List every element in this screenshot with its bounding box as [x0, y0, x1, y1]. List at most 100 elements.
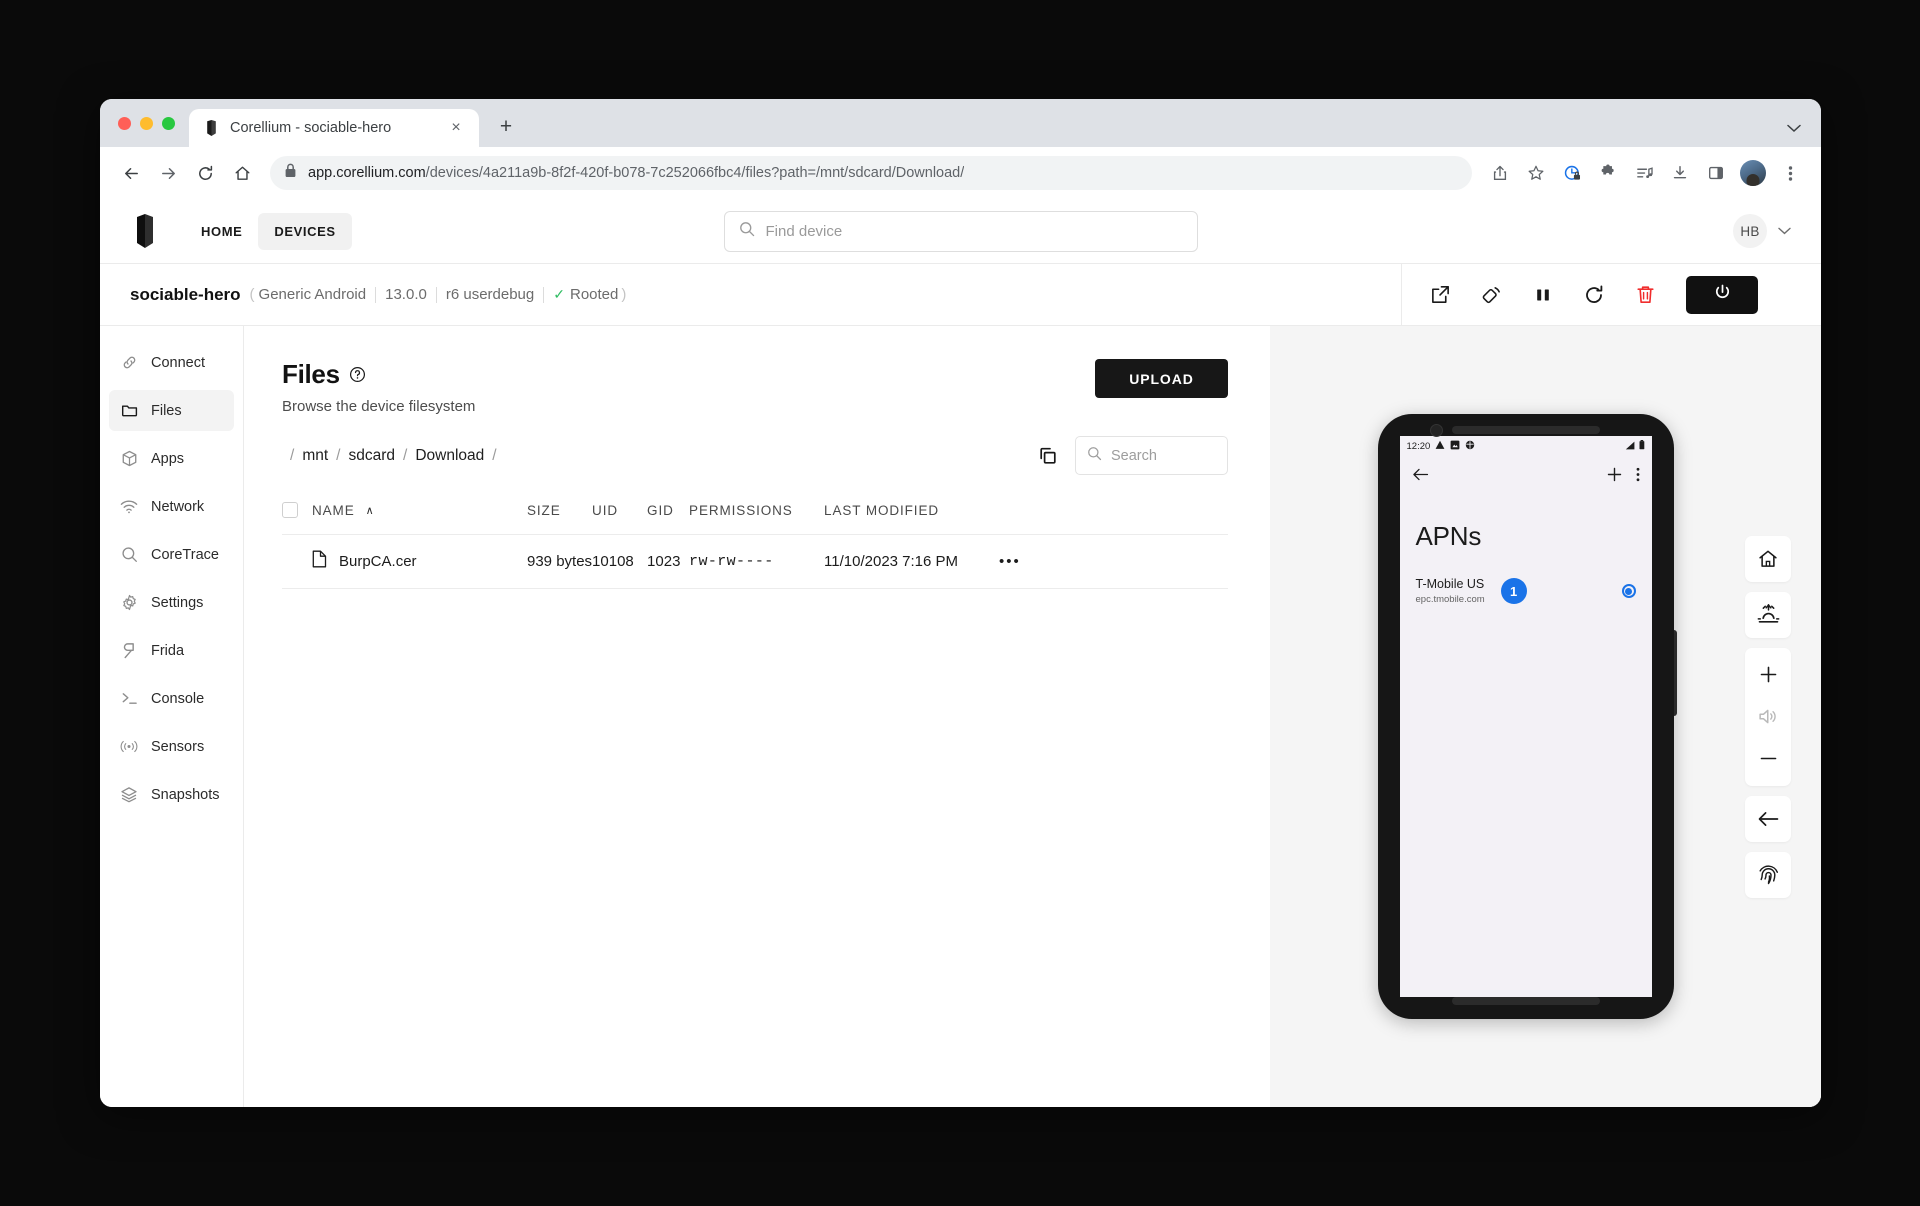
brightness-icon[interactable] — [1745, 591, 1791, 638]
files-table: NAME ∧ SIZE UID GID PERMISSIONS LAST MODI… — [282, 502, 1228, 590]
delete-icon[interactable] — [1635, 284, 1656, 305]
column-header-uid[interactable]: UID — [592, 502, 647, 535]
overflow-menu-icon[interactable] — [1636, 467, 1640, 487]
back-icon[interactable] — [1412, 467, 1429, 487]
gear-icon — [120, 594, 138, 611]
sidebar-item-label: Network — [151, 498, 205, 515]
new-tab-button[interactable]: + — [489, 110, 523, 144]
device-search-input[interactable]: Find device — [723, 210, 1198, 252]
sidebar-item-sensors[interactable]: Sensors — [109, 726, 234, 767]
breadcrumb-item-sdcard[interactable]: sdcard — [348, 447, 395, 465]
bookmark-star-icon[interactable] — [1519, 156, 1553, 190]
add-apn-icon[interactable] — [1607, 467, 1622, 487]
sidebar-item-apps[interactable]: Apps — [109, 438, 234, 479]
browser-tab[interactable]: Corellium - sociable-hero × — [189, 109, 479, 147]
column-header-actions — [999, 502, 1228, 535]
apn-list-item[interactable]: T-Mobile US epc.tmobile.com 1 — [1400, 552, 1652, 605]
back-icon[interactable] — [114, 156, 148, 190]
breadcrumb-item-download[interactable]: Download — [415, 447, 484, 465]
home-icon[interactable] — [1745, 535, 1791, 582]
media-list-icon[interactable] — [1627, 156, 1661, 190]
nav-item-home[interactable]: HOME — [185, 213, 258, 250]
restart-icon[interactable] — [1583, 284, 1605, 306]
column-header-gid[interactable]: GID — [647, 502, 689, 535]
chevron-down-icon[interactable] — [1787, 120, 1801, 138]
pause-icon[interactable] — [1533, 285, 1553, 305]
corellium-logo-icon[interactable] — [130, 214, 160, 248]
open-external-icon[interactable] — [1430, 284, 1451, 305]
file-search-placeholder: Search — [1111, 447, 1157, 464]
device-header-bar: sociable-hero ( Generic Android 13.0.0 r… — [100, 264, 1821, 326]
copy-icon[interactable] — [1038, 446, 1058, 466]
breadcrumb-item-mnt[interactable]: mnt — [302, 447, 328, 465]
select-all-checkbox[interactable] — [282, 502, 298, 519]
close-tab-button[interactable]: × — [445, 117, 467, 139]
more-menu-icon[interactable] — [1773, 156, 1807, 190]
address-bar[interactable]: app.corellium.com/devices/4a211a9b-8f2f-… — [270, 156, 1472, 190]
sidebar-item-connect[interactable]: Connect — [109, 342, 234, 383]
sidebar-item-network[interactable]: Network — [109, 486, 234, 527]
folder-icon — [120, 402, 138, 419]
upload-button[interactable]: UPLOAD — [1095, 359, 1228, 398]
volume-up-icon[interactable] — [1759, 654, 1778, 696]
app-top-nav: HOME DEVICES Find device HB — [100, 199, 1821, 264]
column-header-permissions[interactable]: PERMISSIONS — [689, 502, 824, 535]
close-window-button[interactable] — [118, 116, 131, 130]
column-header-size[interactable]: SIZE — [527, 502, 592, 535]
extensions-puzzle-icon[interactable] — [1591, 156, 1625, 190]
back-icon[interactable] — [1745, 795, 1791, 842]
help-circle-icon[interactable] — [349, 366, 366, 383]
browser-toolbar-actions — [1483, 156, 1807, 190]
minimize-window-button[interactable] — [140, 116, 153, 130]
profile-avatar[interactable] — [1740, 160, 1766, 186]
corellium-logo-icon — [203, 120, 220, 137]
volume-down-icon[interactable] — [1759, 738, 1778, 780]
sidebar-item-console[interactable]: Console — [109, 678, 234, 719]
wifi-icon — [120, 499, 138, 514]
android-status-bar: 12:20 — [1400, 436, 1652, 457]
breadcrumb-separator: / — [492, 446, 497, 464]
nav-item-devices[interactable]: DEVICES — [258, 212, 352, 250]
rotate-device-icon[interactable] — [1481, 284, 1503, 306]
forward-icon[interactable] — [151, 156, 185, 190]
speaker-icon[interactable] — [1758, 696, 1779, 738]
sidebar-item-coretrace[interactable]: CoreTrace — [109, 534, 234, 575]
sidebar-item-label: Console — [151, 690, 205, 707]
apn-subtitle: epc.tmobile.com — [1415, 594, 1485, 605]
files-header: Files Browse the device filesystem UPLOA… — [282, 359, 1228, 415]
search-icon — [120, 546, 138, 563]
device-sidebar: Connect Files Apps Network CoreTrace Set… — [100, 326, 244, 1107]
device-model: Generic Android — [258, 286, 367, 303]
row-actions-menu[interactable]: ••• — [999, 534, 1228, 590]
privacy-shield-icon[interactable] — [1555, 156, 1589, 190]
bug-icon — [1465, 440, 1475, 453]
sidebar-item-frida[interactable]: Frida — [109, 630, 234, 671]
column-header-last-modified[interactable]: LAST MODIFIED — [824, 502, 999, 535]
reload-icon[interactable] — [188, 156, 222, 190]
column-header-name[interactable]: NAME ∧ — [312, 502, 527, 535]
breadcrumb: / mnt / sdcard / Download / — [282, 447, 505, 465]
sidebar-item-settings[interactable]: Settings — [109, 582, 234, 623]
maximize-window-button[interactable] — [162, 116, 175, 130]
file-search-input[interactable]: Search — [1075, 436, 1228, 475]
sidebar-item-snapshots[interactable]: Snapshots — [109, 774, 234, 815]
corellium-app: HOME DEVICES Find device HB sociable-her… — [100, 199, 1821, 1107]
sidebar-item-files[interactable]: Files — [109, 390, 234, 431]
home-icon[interactable] — [225, 156, 259, 190]
table-row[interactable]: BurpCA.cer 939 bytes 10108 1023 rw-rw---… — [282, 534, 1228, 590]
phone-screen[interactable]: 12:20 APNs T-Mobile US epc.tmobile.com 1 — [1399, 436, 1652, 997]
cube-icon — [120, 450, 138, 467]
power-button[interactable] — [1686, 275, 1758, 314]
table-header-row: NAME ∧ SIZE UID GID PERMISSIONS LAST MODI… — [282, 502, 1228, 535]
share-icon[interactable] — [1483, 156, 1517, 190]
phone-side-button[interactable] — [1673, 630, 1677, 716]
fingerprint-icon[interactable] — [1745, 851, 1791, 898]
profile-menu[interactable]: HB — [1733, 214, 1791, 248]
file-last-modified: 11/10/2023 7:16 PM — [824, 534, 1000, 590]
device-meta: ( Generic Android 13.0.0 r6 userdebug ✓ R… — [250, 286, 627, 303]
download-icon[interactable] — [1663, 156, 1697, 190]
side-panel-icon[interactable] — [1699, 156, 1733, 190]
apn-radio-selected[interactable] — [1621, 584, 1636, 598]
hardware-button-rail — [1745, 535, 1791, 898]
file-icon — [312, 550, 327, 572]
